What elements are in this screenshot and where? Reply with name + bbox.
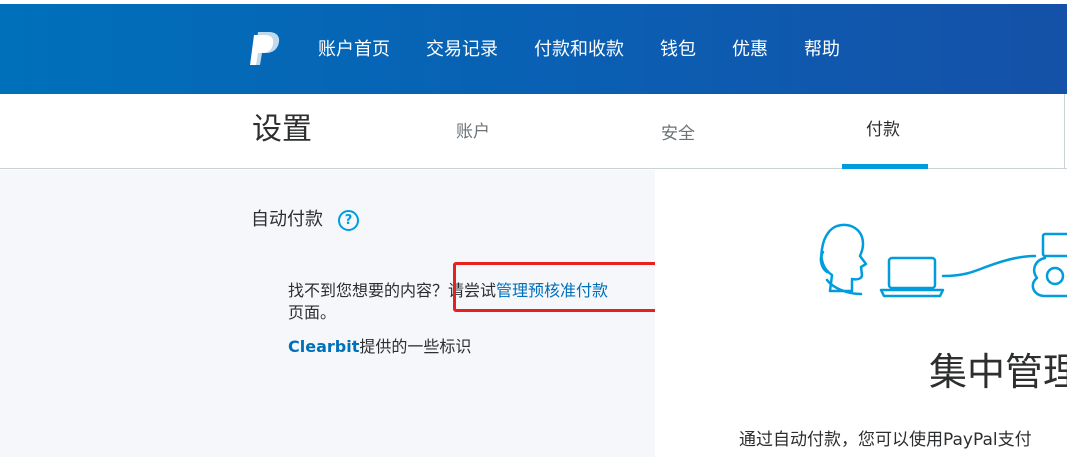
tab-payments[interactable]: 付款: [866, 118, 900, 142]
nav-item-account-home[interactable]: 账户首页: [318, 37, 390, 63]
nav-item-activity[interactable]: 交易记录: [426, 37, 498, 63]
tab-security[interactable]: 安全: [661, 122, 695, 146]
top-nav-bar: 账户首页 交易记录 付款和收款 钱包 优惠 帮助: [0, 4, 1067, 94]
autopay-sidebar: 自动付款 ? 找不到您想要的内容？请尝试管理预核准付款 页面。 Clearbit…: [0, 170, 660, 457]
clearbit-attribution: Clearbit提供的一些标识: [288, 336, 471, 358]
autopay-hero: 集中管理 通过自动付款，您可以使用PayPal支付: [655, 170, 1067, 457]
help-icon[interactable]: ?: [338, 210, 359, 231]
clearbit-link[interactable]: Clearbit: [288, 337, 359, 356]
main-nav: 账户首页 交易记录 付款和收款 钱包 优惠 帮助: [318, 37, 876, 63]
nav-item-offers[interactable]: 优惠: [732, 37, 768, 63]
clearbit-text: 提供的一些标识: [359, 337, 472, 356]
tab-account[interactable]: 账户: [456, 120, 490, 144]
settings-header: 设置 账户 安全 付款: [0, 94, 1067, 169]
divider: [1064, 94, 1065, 169]
page-title: 设置: [252, 112, 312, 147]
autopay-section-title: 自动付款: [251, 209, 323, 230]
active-tab-indicator: [842, 164, 928, 169]
autopay-illustration: [819, 223, 1067, 298]
highlight-annotation-box: [453, 262, 660, 312]
nav-item-wallet[interactable]: 钱包: [660, 37, 696, 63]
nav-item-send-receive[interactable]: 付款和收款: [534, 37, 624, 63]
hero-title: 集中管理: [929, 350, 1067, 394]
message-suffix: 页面。: [288, 303, 337, 322]
nav-item-help[interactable]: 帮助: [804, 37, 840, 63]
paypal-logo-icon[interactable]: [250, 31, 282, 69]
hero-description: 通过自动付款，您可以使用PayPal支付: [739, 430, 1032, 450]
